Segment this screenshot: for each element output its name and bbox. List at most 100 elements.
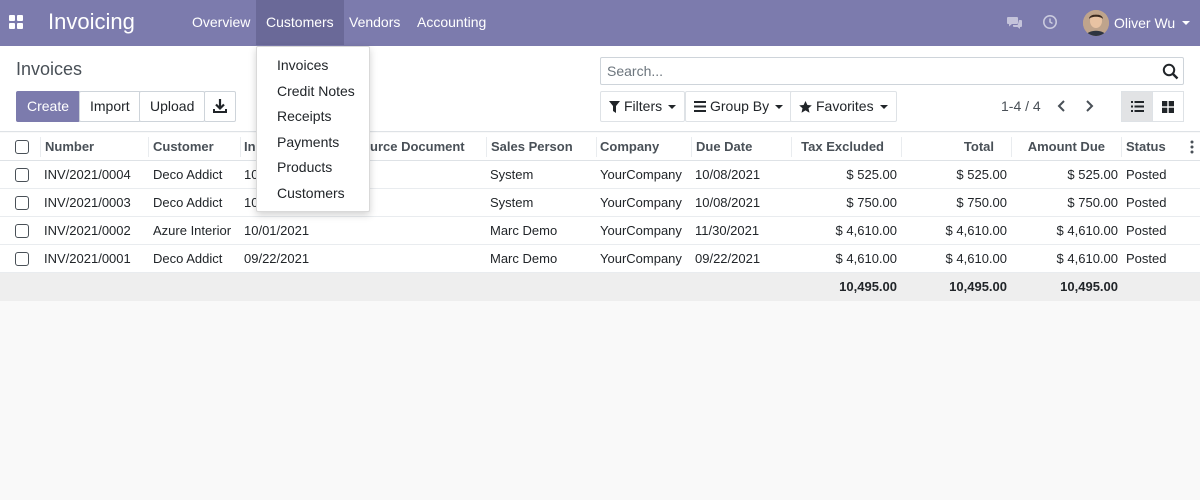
header-customer[interactable]: Customer bbox=[153, 133, 238, 161]
top-navbar: Invoicing Overview Customers Vendors Acc… bbox=[0, 0, 1200, 46]
download-button[interactable] bbox=[204, 91, 236, 122]
control-panel: Invoices Create Import Upload Filters Gr… bbox=[0, 46, 1200, 132]
cell-customer: Azure Interior bbox=[153, 223, 232, 238]
header-amount-due[interactable]: Amount Due bbox=[1015, 133, 1105, 161]
group-by-label: Group By bbox=[710, 98, 770, 114]
cell-tax-excluded: $ 4,610.00 bbox=[835, 251, 897, 266]
nav-item-customers[interactable]: Customers bbox=[256, 0, 344, 45]
nav-item-overview[interactable]: Overview bbox=[182, 0, 260, 45]
import-button[interactable]: Import bbox=[79, 91, 141, 122]
download-icon bbox=[213, 99, 227, 113]
table-row[interactable]: INV/2021/0003 Deco Addict 10 System Your… bbox=[0, 189, 1200, 217]
menu-item-invoices[interactable]: Invoices bbox=[257, 53, 369, 79]
header-source-document[interactable]: urce Document bbox=[370, 133, 480, 161]
upload-button[interactable]: Upload bbox=[139, 91, 206, 122]
list-view-button[interactable] bbox=[1121, 91, 1153, 122]
favorites-label: Favorites bbox=[816, 98, 874, 114]
header-status[interactable]: Status bbox=[1126, 133, 1181, 161]
user-name: Oliver Wu bbox=[1114, 15, 1176, 31]
table-row[interactable]: INV/2021/0004 Deco Addict 10 System Your… bbox=[0, 161, 1200, 189]
search-icon[interactable] bbox=[1162, 63, 1179, 80]
cell-number: INV/2021/0001 bbox=[44, 251, 131, 266]
filter-icon bbox=[609, 100, 620, 113]
table-row[interactable]: INV/2021/0001 Deco Addict 09/22/2021 Mar… bbox=[0, 245, 1200, 273]
cell-sales-person: Marc Demo bbox=[490, 223, 558, 238]
header-number[interactable]: Number bbox=[45, 133, 145, 161]
menu-item-credit-notes[interactable]: Credit Notes bbox=[257, 79, 369, 105]
cell-total: $ 4,610.00 bbox=[945, 223, 1007, 238]
cell-due-date: 09/22/2021 bbox=[695, 251, 761, 266]
cell-company: YourCompany bbox=[600, 223, 682, 238]
list-icon bbox=[1130, 101, 1144, 112]
clock-icon[interactable] bbox=[1042, 14, 1058, 30]
optional-columns-icon[interactable] bbox=[1190, 140, 1194, 154]
chevron-right-icon[interactable] bbox=[1082, 98, 1096, 114]
caret-down-icon bbox=[1182, 21, 1191, 25]
header-total[interactable]: Total bbox=[905, 133, 994, 161]
favorites-button[interactable]: Favorites bbox=[790, 91, 897, 122]
header-company[interactable]: Company bbox=[600, 133, 685, 161]
select-all-checkbox[interactable] bbox=[15, 140, 29, 154]
group-by-button[interactable]: Group By bbox=[685, 91, 793, 122]
caret-down-icon bbox=[775, 104, 784, 109]
total-amount-due: 10,495.00 bbox=[1060, 279, 1118, 294]
row-checkbox[interactable] bbox=[15, 224, 29, 238]
row-checkbox[interactable] bbox=[15, 168, 29, 182]
header-due-date[interactable]: Due Date bbox=[696, 133, 786, 161]
nav-item-accounting[interactable]: Accounting bbox=[407, 0, 496, 45]
page-title: Invoices bbox=[16, 59, 83, 79]
cell-customer: Deco Addict bbox=[153, 195, 223, 210]
cell-tax-excluded: $ 4,610.00 bbox=[835, 223, 897, 238]
filters-label: Filters bbox=[624, 98, 663, 114]
row-checkbox[interactable] bbox=[15, 252, 29, 266]
nav-item-vendors[interactable]: Vendors bbox=[339, 0, 410, 45]
cell-amount-due: $ 4,610.00 bbox=[1056, 251, 1118, 266]
cell-amount-due: $ 525.00 bbox=[1067, 167, 1118, 182]
create-button[interactable]: Create bbox=[16, 91, 81, 122]
cell-number: INV/2021/0004 bbox=[44, 167, 131, 182]
header-sales-person[interactable]: Sales Person bbox=[491, 133, 591, 161]
cell-status: Posted bbox=[1126, 251, 1167, 266]
row-checkbox[interactable] bbox=[15, 196, 29, 210]
caret-down-icon bbox=[668, 104, 677, 109]
cell-status: Posted bbox=[1126, 223, 1167, 238]
caret-down-icon bbox=[879, 104, 888, 109]
cell-amount-due: $ 4,610.00 bbox=[1056, 223, 1118, 238]
menu-item-products[interactable]: Products bbox=[257, 155, 369, 181]
table-header: Number Customer In urce Document Sales P… bbox=[0, 133, 1200, 161]
table-row[interactable]: INV/2021/0002 Azure Interior 10/01/2021 … bbox=[0, 217, 1200, 245]
filters-button[interactable]: Filters bbox=[600, 91, 686, 122]
table-footer-totals: 10,495.00 10,495.00 10,495.00 bbox=[0, 273, 1200, 301]
cell-total: $ 4,610.00 bbox=[945, 251, 1007, 266]
search-box[interactable] bbox=[600, 57, 1184, 85]
pager-value[interactable]: 1-4 / 4 bbox=[1001, 98, 1041, 114]
cell-number: INV/2021/0002 bbox=[44, 223, 131, 238]
search-input[interactable] bbox=[601, 58, 1141, 84]
cell-invoice-date: 09/22/2021 bbox=[244, 251, 310, 266]
cell-sales-person: System bbox=[490, 167, 534, 182]
kanban-icon bbox=[1162, 100, 1174, 113]
kanban-view-button[interactable] bbox=[1152, 91, 1184, 122]
chevron-left-icon[interactable] bbox=[1055, 98, 1069, 114]
cell-company: YourCompany bbox=[600, 195, 682, 210]
cell-sales-person: Marc Demo bbox=[490, 251, 558, 266]
cell-status: Posted bbox=[1126, 195, 1167, 210]
app-brand[interactable]: Invoicing bbox=[48, 8, 135, 36]
cell-tax-excluded: $ 750.00 bbox=[846, 195, 897, 210]
menu-item-customers[interactable]: Customers bbox=[257, 181, 369, 207]
cell-sales-person: System bbox=[490, 195, 534, 210]
total-tax-excluded: 10,495.00 bbox=[839, 279, 897, 294]
cell-due-date: 10/08/2021 bbox=[695, 167, 761, 182]
menu-item-payments[interactable]: Payments bbox=[257, 130, 369, 156]
header-tax-excluded[interactable]: Tax Excluded bbox=[795, 133, 884, 161]
user-menu[interactable]: Oliver Wu bbox=[1083, 9, 1191, 37]
bars-icon bbox=[694, 101, 706, 112]
cell-total: $ 750.00 bbox=[956, 195, 1007, 210]
cell-number: INV/2021/0003 bbox=[44, 195, 131, 210]
menu-item-receipts[interactable]: Receipts bbox=[257, 104, 369, 130]
customers-dropdown-menu: Invoices Credit Notes Receipts Payments … bbox=[256, 46, 370, 212]
apps-menu-icon[interactable] bbox=[9, 15, 23, 29]
invoices-table: Number Customer In urce Document Sales P… bbox=[0, 133, 1200, 301]
total-total: 10,495.00 bbox=[949, 279, 1007, 294]
chat-icon[interactable] bbox=[1007, 14, 1023, 30]
